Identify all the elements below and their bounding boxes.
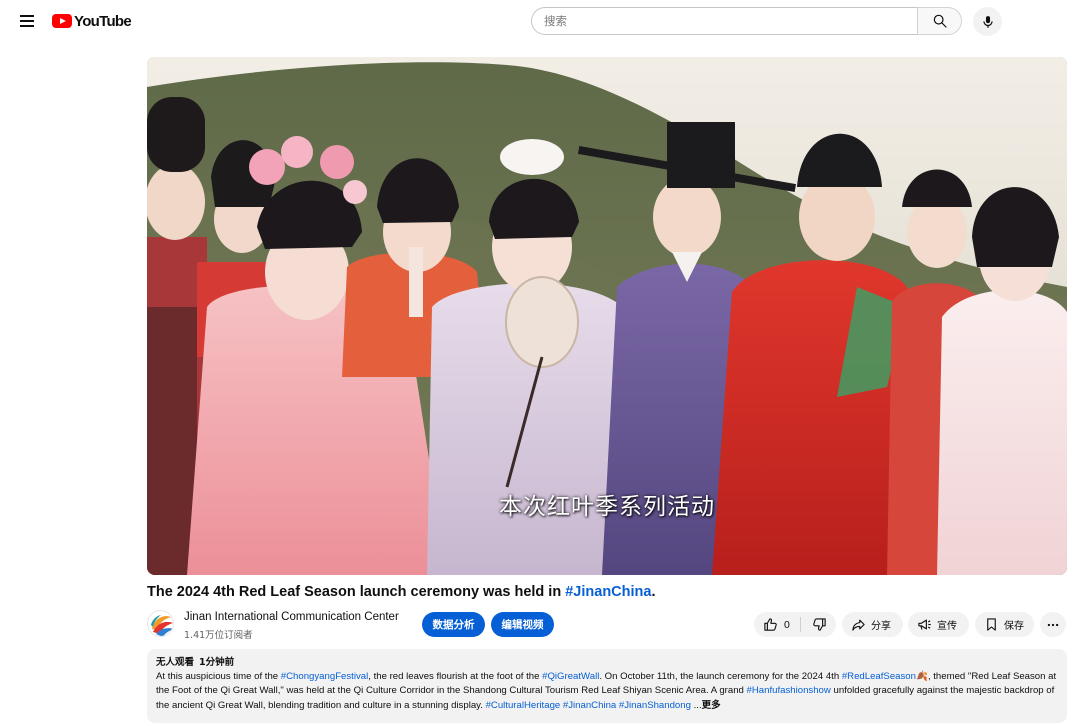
- search-bar: [531, 7, 962, 35]
- video-subtitle: 本次红叶季系列活动: [499, 494, 715, 520]
- subscriber-count: 1.41万位订阅者: [184, 630, 253, 641]
- description-text: At this auspicious time of the #Chongyan…: [156, 670, 1058, 713]
- description-part: , the red leaves flourish at the foot of…: [368, 671, 543, 682]
- thumbs-down-icon: [812, 618, 826, 631]
- hashtag-link[interactable]: #ChongyangFestival: [281, 671, 368, 682]
- more-actions-button[interactable]: [1040, 612, 1066, 637]
- title-text: The 2024 4th Red Leaf Season launch cere…: [147, 584, 566, 600]
- youtube-logo[interactable]: YouTube: [52, 11, 132, 31]
- save-icon: [987, 618, 996, 631]
- search-icon: [933, 14, 947, 28]
- top-bar: YouTube: [0, 0, 1080, 42]
- share-icon: [852, 619, 865, 631]
- video-title: The 2024 4th Red Leaf Season launch cere…: [147, 584, 1067, 600]
- like-dislike-group: 0: [754, 612, 836, 637]
- description-part: . On October 11th, the launch ceremony f…: [599, 671, 842, 682]
- save-button[interactable]: 保存: [975, 612, 1034, 637]
- save-label: 保存: [1004, 621, 1024, 632]
- hashtag-link[interactable]: #Hanfufashionshow: [747, 685, 831, 696]
- voice-search-button[interactable]: [973, 7, 1002, 36]
- dislike-button[interactable]: [802, 612, 836, 637]
- channel-logo-icon: [151, 615, 173, 636]
- like-count: 0: [784, 618, 790, 631]
- search-button[interactable]: [917, 7, 962, 35]
- menu-icon[interactable]: [14, 8, 40, 34]
- hashtag-link[interactable]: #QiGreatWall: [542, 671, 599, 682]
- channel-avatar[interactable]: [147, 610, 174, 637]
- share-label: 分享: [871, 621, 891, 632]
- description-part: At this auspicious time of the: [156, 671, 281, 682]
- leaf-emoji: 🍂: [915, 671, 928, 682]
- like-button[interactable]: 0: [754, 612, 799, 637]
- promote-label: 宣传: [937, 621, 957, 632]
- microphone-icon: [982, 15, 993, 28]
- search-input[interactable]: [531, 7, 917, 35]
- logo-text: YouTube: [74, 12, 132, 30]
- channel-name[interactable]: Jinan International Communication Center: [184, 611, 399, 623]
- video-player[interactable]: 本次红叶季系列活动: [147, 57, 1067, 575]
- more-icon: [1047, 623, 1059, 626]
- hashtag-link[interactable]: #JinanShandong: [619, 700, 691, 711]
- hashtag-link[interactable]: #CulturalHeritage: [486, 700, 561, 711]
- youtube-logo-icon: [52, 14, 72, 28]
- upload-time: 1分钟前: [199, 657, 235, 668]
- hashtag-link[interactable]: #JinanChina: [563, 700, 616, 711]
- thumbs-up-icon: [764, 618, 777, 631]
- description-box[interactable]: 无人观看 1分钟前 At this auspicious time of the …: [147, 649, 1067, 723]
- share-button[interactable]: 分享: [842, 612, 903, 637]
- description-ellipsis: ...: [690, 699, 702, 711]
- title-hashtag-link[interactable]: #JinanChina: [565, 584, 651, 600]
- edit-video-button[interactable]: 编辑视频: [491, 612, 554, 637]
- promote-icon: [918, 619, 931, 630]
- view-count: 无人观看: [156, 657, 195, 668]
- show-more-link[interactable]: 更多: [702, 700, 721, 711]
- analytics-button[interactable]: 数据分析: [422, 612, 485, 637]
- title-end: .: [651, 584, 656, 600]
- hashtag-link[interactable]: #RedLeafSeason: [842, 671, 916, 682]
- description-meta: 无人观看 1分钟前: [156, 656, 1058, 670]
- promote-button[interactable]: 宣传: [908, 612, 969, 637]
- like-divider: [800, 617, 801, 632]
